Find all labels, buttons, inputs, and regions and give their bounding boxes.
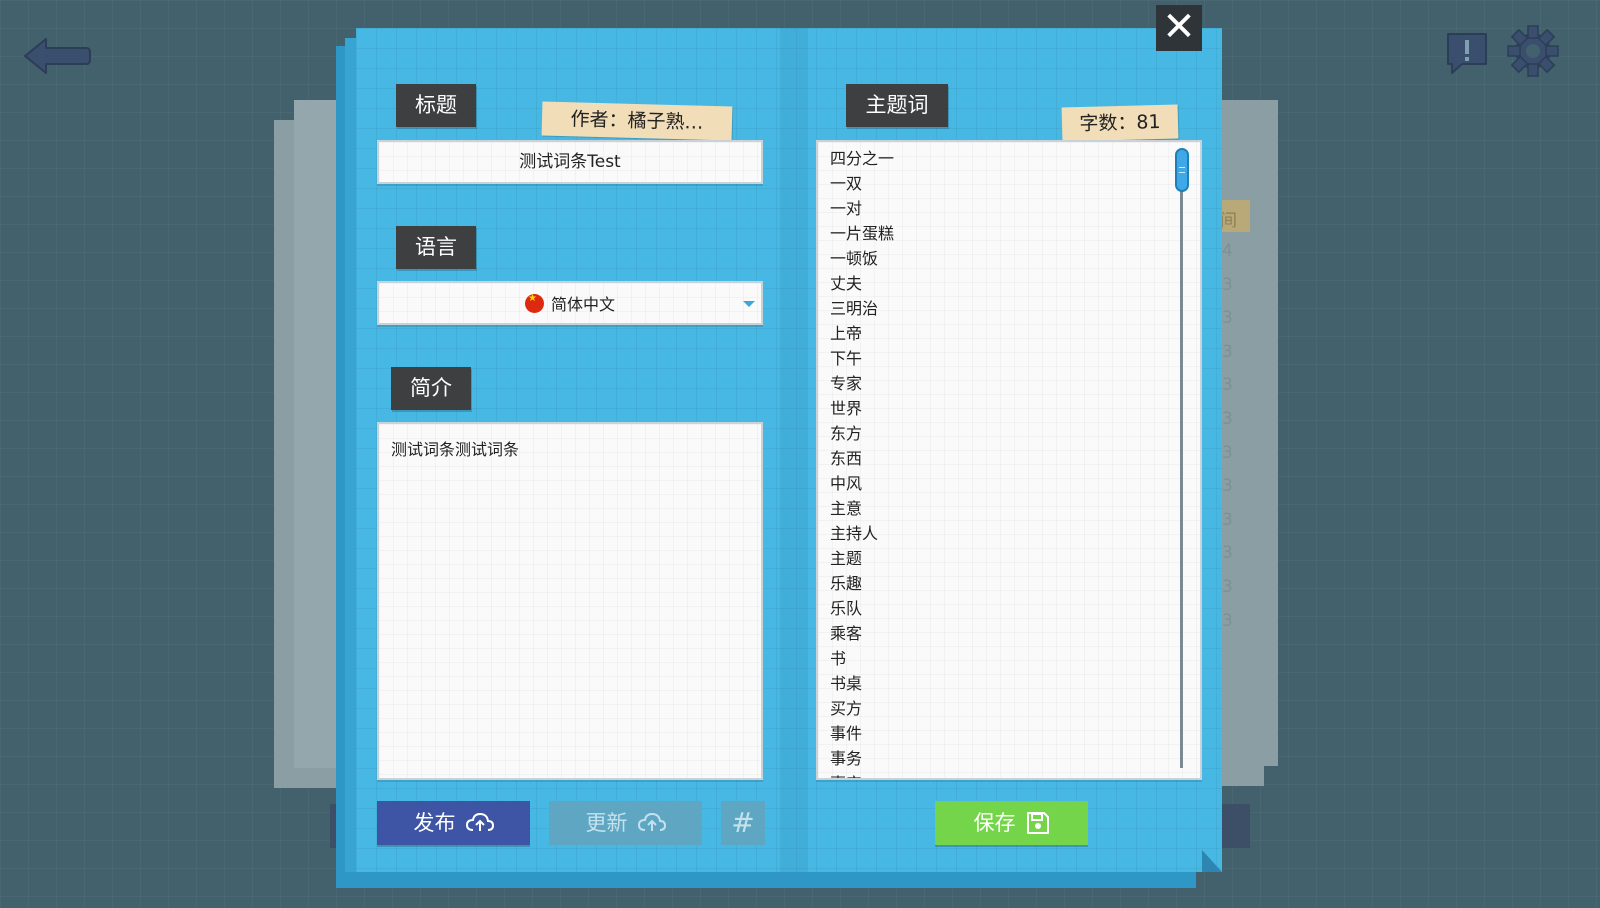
keyword-item[interactable]: 书 <box>830 646 846 671</box>
background-digit: 3 <box>1222 308 1233 329</box>
background-bar-right <box>1218 804 1250 848</box>
keywords-label: 主题词 <box>846 84 948 127</box>
keyword-item[interactable]: 事实 <box>830 771 862 778</box>
save-label: 保存 <box>973 811 1016 835</box>
keyword-item[interactable]: 上帝 <box>830 321 862 346</box>
keyword-item[interactable]: 一片蛋糕 <box>830 221 894 246</box>
update-label: 更新 <box>585 811 628 835</box>
language-label: 语言 <box>396 226 476 269</box>
background-digit: 3 <box>1222 375 1233 396</box>
background-sheet-right-base <box>1218 766 1264 786</box>
background-digit: 3 <box>1222 274 1233 295</box>
panel-corner-fold <box>1202 850 1222 872</box>
title-input[interactable]: 测试词条Test <box>377 140 763 184</box>
keyword-scrollbar-thumb[interactable] <box>1175 148 1189 192</box>
keyword-item[interactable]: 乐趣 <box>830 571 862 596</box>
background-digit: 3 <box>1222 543 1233 564</box>
report-icon[interactable] <box>1444 30 1490 76</box>
intro-label: 简介 <box>391 367 471 410</box>
background-digit: 4 <box>1222 241 1233 261</box>
keyword-item[interactable]: 主意 <box>830 496 862 521</box>
background-digit: 3 <box>1222 610 1233 631</box>
author-tag: 作者：橘子熟… <box>541 101 733 141</box>
publish-button[interactable]: 发布 <box>377 801 530 845</box>
keyword-item[interactable]: 一双 <box>830 171 862 196</box>
language-value: 简体中文 <box>550 295 615 314</box>
save-button[interactable]: 保存 <box>935 801 1088 845</box>
panel-spine <box>780 28 808 872</box>
keyword-item[interactable]: 东西 <box>830 446 862 471</box>
language-select[interactable]: 简体中文 <box>377 281 763 325</box>
keyword-item[interactable]: 丈夫 <box>830 271 862 296</box>
keyword-item[interactable]: 世界 <box>830 396 862 421</box>
background-digit: 3 <box>1222 442 1233 463</box>
back-arrow-icon[interactable] <box>22 36 92 76</box>
keyword-item[interactable]: 三明治 <box>830 296 878 321</box>
keyword-item[interactable]: 一对 <box>830 196 862 221</box>
keyword-item[interactable]: 专家 <box>830 371 862 396</box>
background-digit: 3 <box>1222 509 1233 530</box>
language-select-content: 简体中文 <box>379 283 761 323</box>
keyword-item[interactable]: 书桌 <box>830 671 862 696</box>
background-digit: 3 <box>1222 409 1233 429</box>
update-button[interactable]: 更新 <box>549 801 702 845</box>
china-flag-icon <box>524 293 544 313</box>
keyword-item[interactable]: 主持人 <box>830 521 878 546</box>
keyword-list[interactable]: 四分之一 一双 一对 一片蛋糕 一顿饭 丈夫 三明治 上帝 下午 专家 世界 东方 东西 中风 主意 主持人主… <box>816 140 1202 780</box>
background-digit: 3 <box>1222 577 1233 597</box>
hashtag-button[interactable]: # <box>721 801 765 845</box>
floppy-disk-icon <box>1026 812 1049 834</box>
background-digit: 3 <box>1222 476 1233 497</box>
keyword-item[interactable]: 一顿饭 <box>830 246 878 271</box>
keyword-item[interactable]: 事件 <box>830 721 862 746</box>
keyword-item[interactable]: 事务 <box>830 746 862 771</box>
background-header-char: 间 <box>1220 211 1237 231</box>
publish-label: 发布 <box>413 811 456 835</box>
chevron-down-icon <box>743 301 755 307</box>
intro-textarea[interactable]: 测试词条测试词条 <box>377 422 763 780</box>
keyword-item[interactable]: 乐队 <box>830 596 862 621</box>
keyword-item[interactable]: 中风 <box>830 471 862 496</box>
title-label: 标题 <box>396 84 476 127</box>
close-button[interactable]: ✕ <box>1156 5 1202 51</box>
keyword-item[interactable]: 东方 <box>830 421 862 446</box>
keyword-scrollbar-track[interactable] <box>1180 150 1183 768</box>
cloud-upload-icon <box>465 813 494 831</box>
cloud-upload-icon <box>637 813 666 831</box>
keyword-item[interactable]: 下午 <box>830 346 862 371</box>
keyword-item[interactable]: 买方 <box>830 696 862 721</box>
gear-icon[interactable] <box>1506 24 1560 78</box>
word-count-tag: 字数：81 <box>1061 104 1179 142</box>
keyword-item[interactable]: 四分之一 <box>830 146 894 171</box>
keyword-item[interactable]: 乘客 <box>830 621 862 646</box>
keyword-item[interactable]: 主题 <box>830 546 862 571</box>
background-digit: 3 <box>1222 341 1233 362</box>
